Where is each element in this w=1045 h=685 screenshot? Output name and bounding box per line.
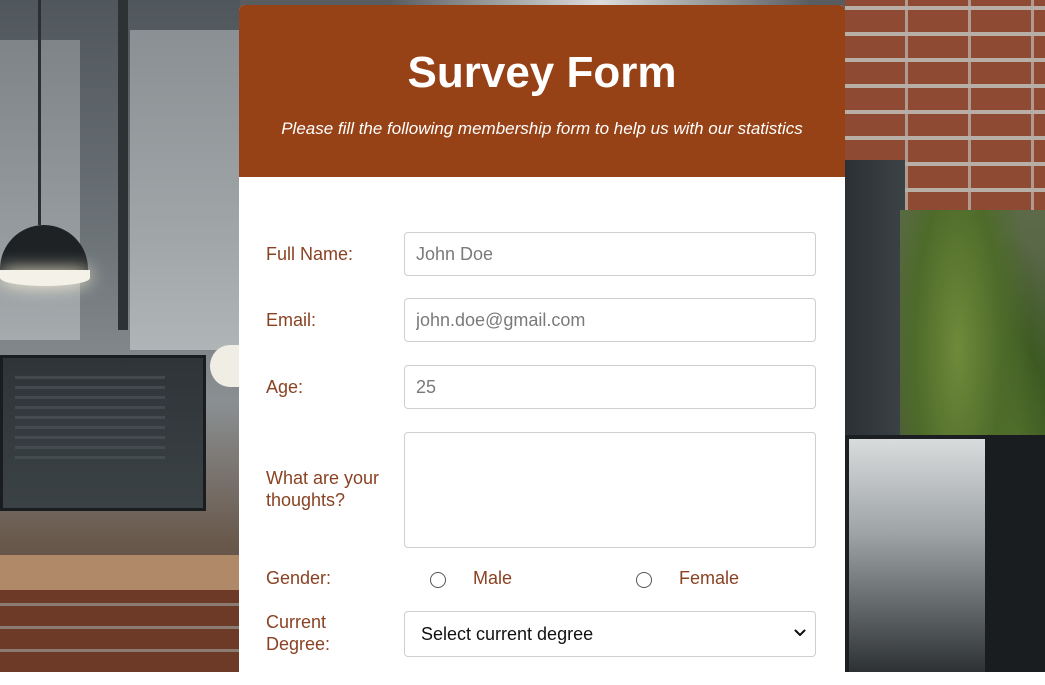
degree-select-value: Select current degree (421, 624, 594, 644)
degree-label: Current Degree: (266, 611, 330, 655)
email-label: Email: (266, 310, 317, 330)
gender-label: Gender: (266, 568, 332, 588)
form-description: Please fill the following membership for… (281, 119, 803, 138)
form-header: Survey Form Please fill the following me… (239, 5, 845, 177)
background-brick-wall (0, 590, 240, 672)
page-title: Survey Form (407, 48, 677, 97)
background-monitor (985, 435, 1045, 672)
thoughts-label-line2: thoughts? (266, 490, 346, 510)
email-input[interactable] (404, 298, 816, 342)
full-name-label: Full Name: (266, 244, 354, 264)
gender-male-label[interactable]: Male (473, 567, 512, 589)
gender-male-radio[interactable] (430, 572, 446, 588)
full-name-input[interactable] (404, 232, 816, 276)
background-desk (0, 555, 240, 595)
gender-female-label[interactable]: Female (679, 567, 739, 589)
background-monitor (0, 355, 206, 511)
background-server-rack (845, 160, 905, 450)
background-lamp-cord (38, 0, 41, 225)
survey-form-card: Survey Form Please fill the following me… (239, 5, 845, 685)
thoughts-textarea[interactable] (404, 432, 816, 548)
degree-select[interactable]: Select current degree (404, 611, 816, 657)
age-input[interactable] (404, 365, 816, 409)
background-lamp-light (0, 270, 90, 286)
degree-label-line2: Degree: (266, 634, 331, 654)
degree-label-line1: Current (266, 612, 327, 632)
background-monitor (845, 435, 999, 672)
thoughts-label-line1: What are your (266, 468, 380, 488)
age-label: Age: (266, 377, 304, 397)
gender-female-radio[interactable] (636, 572, 652, 588)
thoughts-label: What are your thoughts? (266, 467, 396, 511)
chevron-down-icon (794, 629, 806, 636)
